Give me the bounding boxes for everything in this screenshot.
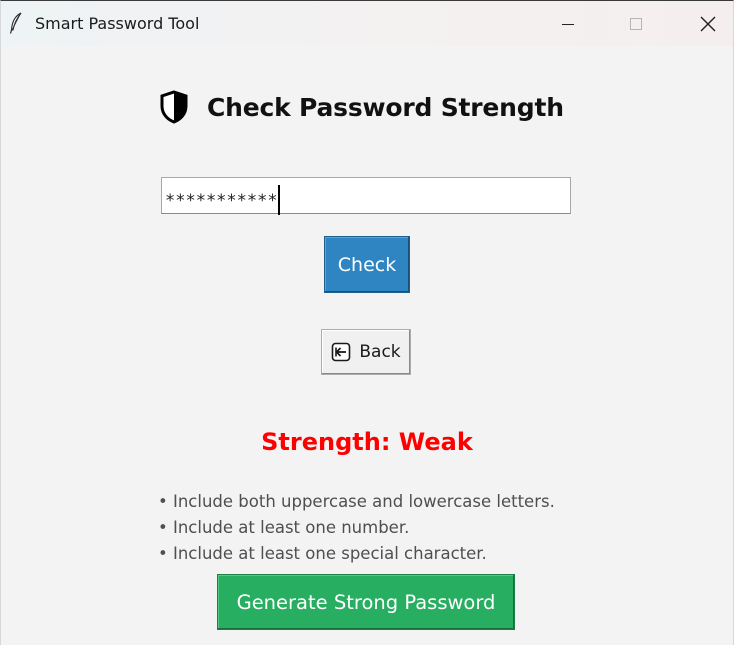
feather-icon xyxy=(9,12,22,34)
maximize-button[interactable] xyxy=(613,1,659,46)
heading-text: Check Password Strength xyxy=(207,92,564,122)
maximize-icon xyxy=(630,17,642,30)
strength-result: Strength: Weak xyxy=(261,428,473,456)
suggestion-item: • Include at least one special character… xyxy=(158,544,487,563)
password-input[interactable]: *********** xyxy=(161,177,571,215)
suggestion-item: • Include both uppercase and lowercase l… xyxy=(158,492,555,511)
app-window: Smart Password Tool Check Password Stren… xyxy=(0,0,734,645)
shield-icon xyxy=(160,90,188,124)
window-title: Smart Password Tool xyxy=(35,14,200,33)
generate-password-button[interactable]: Generate Strong Password xyxy=(217,574,515,630)
close-button[interactable] xyxy=(685,1,731,46)
back-button[interactable]: Back xyxy=(321,329,411,375)
page-title: Check Password Strength xyxy=(159,89,564,125)
check-button[interactable]: Check xyxy=(324,236,410,293)
text-caret xyxy=(277,185,280,215)
suggestion-item: • Include at least one number. xyxy=(158,518,410,537)
title-bar[interactable]: Smart Password Tool xyxy=(1,1,733,46)
back-arrow-icon xyxy=(332,342,351,362)
minimize-button[interactable] xyxy=(545,1,591,46)
close-icon xyxy=(700,16,716,31)
suggestions-list: • Include both uppercase and lowercase l… xyxy=(158,489,555,567)
back-label: Back xyxy=(359,342,401,362)
password-value: *********** xyxy=(165,191,278,211)
minimize-icon xyxy=(562,23,574,25)
